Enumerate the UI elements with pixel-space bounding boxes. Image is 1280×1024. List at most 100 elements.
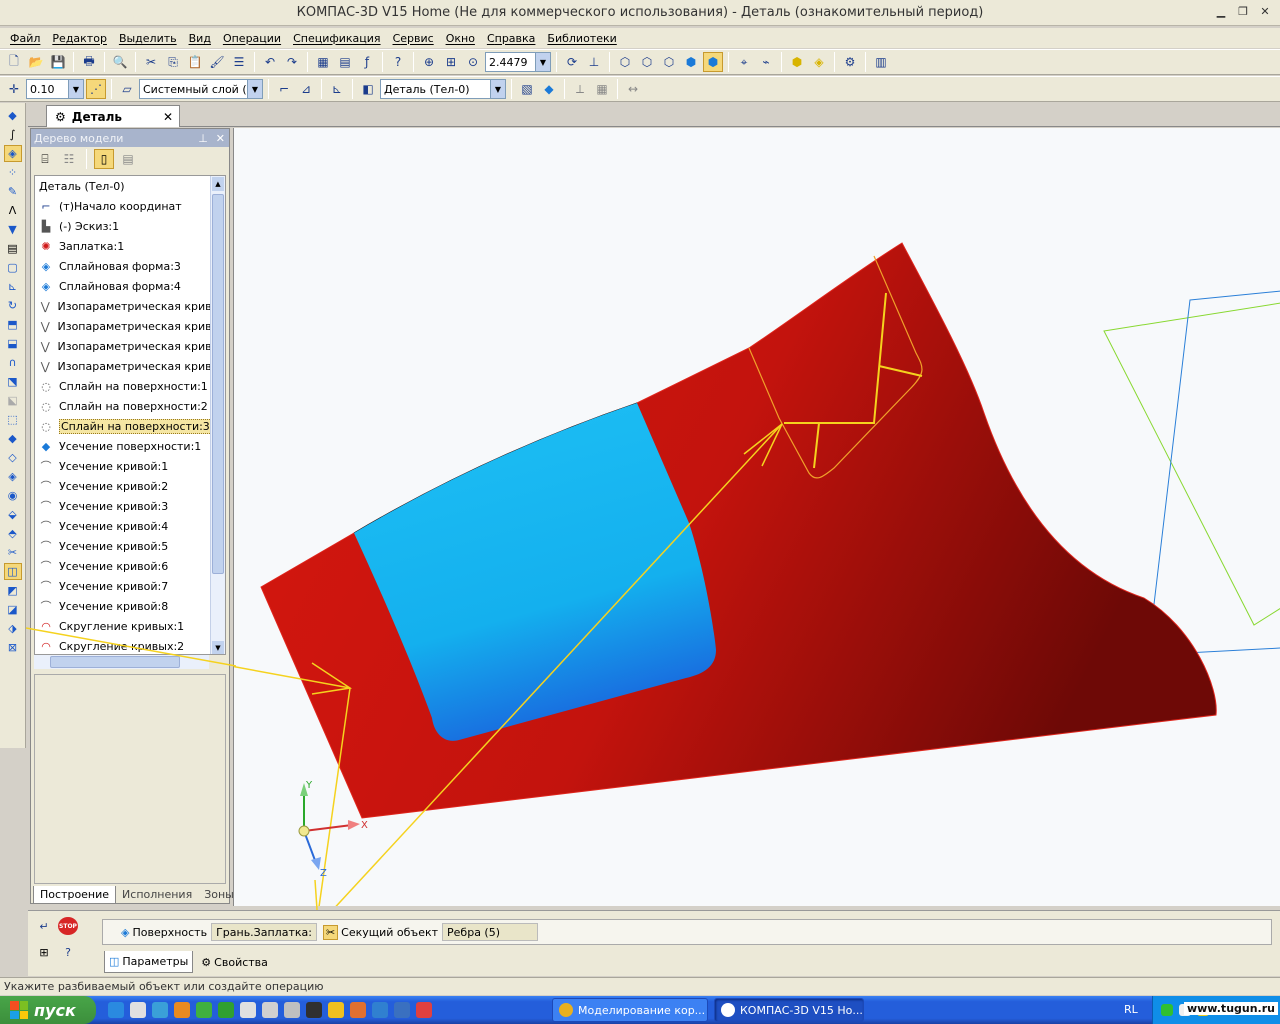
- cut-icon[interactable]: ✂: [141, 52, 161, 72]
- scroll-thumb[interactable]: [212, 194, 224, 574]
- pin-icon[interactable]: ⊥: [198, 132, 208, 145]
- cutter-value-field[interactable]: Ребра (5): [442, 923, 539, 941]
- zoom-window-icon[interactable]: ⊞: [441, 52, 461, 72]
- zoom-scale-icon[interactable]: ⊙: [463, 52, 483, 72]
- step-value-field[interactable]: 0.10 ▼: [26, 79, 84, 99]
- tree-item[interactable]: ⋁ Изопараметрическая кривая: [35, 316, 225, 336]
- auto-create-icon[interactable]: ⊞: [34, 943, 54, 961]
- orientation-icon[interactable]: ⊥: [584, 52, 604, 72]
- tree-item[interactable]: ◌ Сплайн на поверхности:1: [35, 376, 225, 396]
- manager-icon[interactable]: ▦: [313, 52, 333, 72]
- report-icon[interactable]: ▥: [871, 52, 891, 72]
- step-cursor-icon[interactable]: ✛: [4, 79, 24, 99]
- layers-icon[interactable]: ◈: [809, 52, 829, 72]
- tab-versions[interactable]: Исполнения: [116, 886, 198, 904]
- dimension-icon[interactable]: ↔: [623, 79, 643, 99]
- tree-item[interactable]: ⌒ Усечение кривой:4: [35, 516, 225, 536]
- halftone-icon[interactable]: ⬢: [681, 52, 701, 72]
- menu-libraries[interactable]: Библиотеки: [541, 32, 622, 45]
- extrude-surface-icon[interactable]: ⬒: [4, 316, 22, 333]
- local-cs-icon[interactable]: ⌐: [274, 79, 294, 99]
- tree-item[interactable]: ⌒ Усечение кривой:3: [35, 496, 225, 516]
- desktop-icon[interactable]: [262, 1002, 278, 1018]
- trim-surface-icon[interactable]: ✂: [4, 544, 22, 561]
- tree-item[interactable]: ◌ Сплайн на поверхности:2: [35, 396, 225, 416]
- app3-icon[interactable]: [350, 1002, 366, 1018]
- measure-v-icon[interactable]: ⊾: [4, 278, 22, 295]
- rotate-v-icon[interactable]: ↻: [4, 297, 22, 314]
- tree-item[interactable]: ◈ Сплайновая форма:4: [35, 276, 225, 296]
- wireframe-icon[interactable]: ⬡: [615, 52, 635, 72]
- menu-service[interactable]: Сервис: [387, 32, 440, 45]
- close-icon[interactable]: ✕: [1258, 5, 1272, 19]
- tree-structure-icon[interactable]: ⌸: [35, 149, 55, 169]
- table-icon[interactable]: ▦: [592, 79, 612, 99]
- tree-item[interactable]: ⌐ (т)Начало координат: [35, 196, 225, 216]
- tree-item[interactable]: ⋁ Изопараметрическая кривая: [35, 356, 225, 376]
- restore-icon[interactable]: ❐: [1236, 5, 1250, 19]
- task-kompas[interactable]: КОМПАС-3D V15 Но...: [714, 998, 864, 1022]
- minimize-icon[interactable]: ▁: [1214, 5, 1228, 19]
- mesh-surface-icon[interactable]: ⬚: [4, 411, 22, 428]
- close-icon[interactable]: ✕: [163, 110, 173, 124]
- kinematic-surface-icon[interactable]: ∩: [4, 354, 22, 371]
- format-brush-icon[interactable]: 🖌: [207, 52, 227, 72]
- function-icon[interactable]: ƒ: [357, 52, 377, 72]
- viewport-canvas[interactable]: Y X Z: [234, 128, 1280, 906]
- solid-ops-icon[interactable]: ◆: [4, 107, 22, 124]
- tree-list-icon[interactable]: ▤: [118, 149, 138, 169]
- library-icon[interactable]: ⚙: [840, 52, 860, 72]
- spline-icon[interactable]: ✎: [4, 183, 22, 200]
- tree-item[interactable]: ⋁ Изопараметрическая кривая: [35, 296, 225, 316]
- app4-icon[interactable]: [372, 1002, 388, 1018]
- paste-icon[interactable]: 📋: [185, 52, 205, 72]
- tree-item[interactable]: ⌒ Усечение кривой:6: [35, 556, 225, 576]
- filter-v-icon[interactable]: ▼: [4, 221, 22, 238]
- tree-item[interactable]: ◆ Усечение поверхности:1: [35, 436, 225, 456]
- menu-help[interactable]: Справка: [481, 32, 541, 45]
- frame-icon[interactable]: ▢: [4, 259, 22, 276]
- doc-icon[interactable]: ▤: [4, 240, 22, 257]
- menu-edit[interactable]: Редактор: [46, 32, 113, 45]
- measure-icon[interactable]: ⟂: [570, 79, 590, 99]
- chevron-down-icon[interactable]: ▼: [68, 80, 83, 98]
- spline-form-v-icon[interactable]: ◪: [4, 601, 22, 618]
- surfaces-icon[interactable]: ◈: [3, 145, 22, 162]
- surface-param[interactable]: ◈ Поверхность: [121, 926, 207, 939]
- close-icon[interactable]: ✕: [216, 132, 225, 145]
- orient-icon[interactable]: ⊿: [296, 79, 316, 99]
- rotate-icon[interactable]: ⟳: [562, 52, 582, 72]
- open-folder-icon[interactable]: 📂: [26, 52, 46, 72]
- construction-plane-blue[interactable]: [1147, 290, 1280, 656]
- patch-surface-icon[interactable]: ◈: [4, 468, 22, 485]
- delete-faces-icon[interactable]: ⊠: [4, 639, 22, 656]
- package-icon[interactable]: [218, 1002, 234, 1018]
- layer-icon[interactable]: ▱: [117, 79, 137, 99]
- curve-icon[interactable]: ∫: [4, 126, 22, 143]
- tree-mode-icon[interactable]: ▯: [94, 149, 114, 169]
- cutter-param[interactable]: ✂ Секущий объект: [322, 924, 438, 940]
- menu-window[interactable]: Окно: [440, 32, 481, 45]
- menu-specification[interactable]: Спецификация: [287, 32, 386, 45]
- copy-icon[interactable]: ⎘: [163, 52, 183, 72]
- tree-view-icon[interactable]: ☷: [59, 149, 79, 169]
- extend-surface-icon[interactable]: ⬙: [4, 506, 22, 523]
- rotation-surface-icon[interactable]: ⬓: [4, 335, 22, 352]
- tree-item[interactable]: ▙ (-) Эскиз:1: [35, 216, 225, 236]
- body-icon[interactable]: ◧: [358, 79, 378, 99]
- point-surface-icon[interactable]: ◆: [4, 430, 22, 447]
- menu-view[interactable]: Вид: [183, 32, 217, 45]
- start-button[interactable]: пуск: [0, 996, 96, 1024]
- loft-surface-icon[interactable]: ⬔: [4, 373, 22, 390]
- properties-icon[interactable]: ☰: [229, 52, 249, 72]
- stop-icon[interactable]: STOP: [58, 917, 78, 935]
- tree-item[interactable]: ✺ Заплатка:1: [35, 236, 225, 256]
- halftone-edges-icon[interactable]: ⬢: [703, 52, 723, 72]
- chrome-quick-icon[interactable]: [416, 1002, 432, 1018]
- construction-plane-green[interactable]: [1103, 302, 1280, 626]
- body-select[interactable]: Деталь (Тел-0) ▼: [380, 79, 506, 99]
- tab-detail[interactable]: ⚙ Деталь ✕: [46, 105, 180, 127]
- hidden-lines-icon[interactable]: ⬡: [637, 52, 657, 72]
- tab-build[interactable]: Построение: [33, 886, 117, 904]
- tree-item[interactable]: ⌒ Усечение кривой:5: [35, 536, 225, 556]
